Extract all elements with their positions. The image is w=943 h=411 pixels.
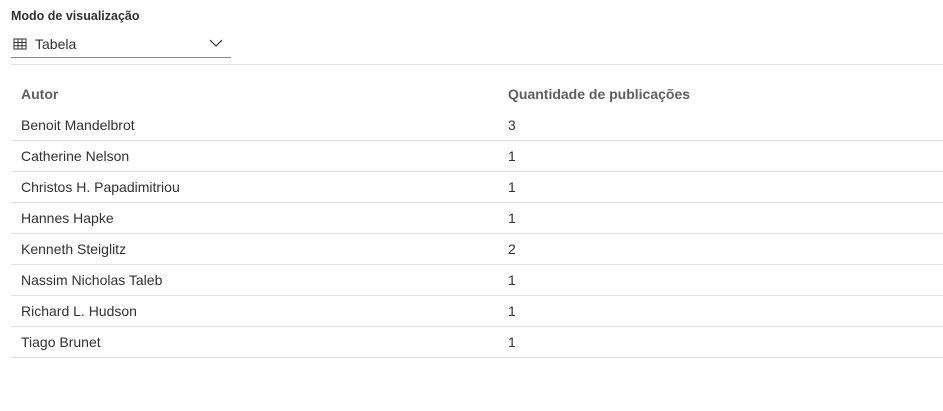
view-mode-selector: Modo de visualização Tabela: [11, 8, 231, 58]
table-row[interactable]: Christos H. Papadimitriou 1: [11, 172, 943, 203]
view-mode-label: Modo de visualização: [11, 9, 140, 23]
count-cell: 1: [508, 148, 516, 164]
table-row[interactable]: Benoit Mandelbrot 3: [11, 110, 943, 141]
view-mode-value: Tabela: [35, 36, 77, 52]
author-cell: Nassim Nicholas Taleb: [21, 272, 163, 288]
table-row[interactable]: Tiago Brunet 1: [11, 327, 943, 358]
count-cell: 1: [508, 210, 516, 226]
author-cell: Hannes Hapke: [21, 210, 114, 226]
table-row[interactable]: Hannes Hapke 1: [11, 203, 943, 234]
table-row[interactable]: Catherine Nelson 1: [11, 141, 943, 172]
table-row[interactable]: Kenneth Steiglitz 2: [11, 234, 943, 265]
table-row[interactable]: Richard L. Hudson 1: [11, 296, 943, 327]
column-header-count[interactable]: Quantidade de publicações: [508, 86, 943, 102]
table-header: Autor Quantidade de publicações: [11, 78, 943, 110]
chevron-down-icon[interactable]: [209, 36, 223, 50]
count-cell: 2: [508, 241, 516, 257]
count-cell: 1: [508, 272, 516, 288]
column-header-author[interactable]: Autor: [11, 86, 508, 102]
view-mode-dropdown[interactable]: Tabela: [11, 31, 231, 58]
count-cell: 1: [508, 179, 516, 195]
author-cell: Kenneth Steiglitz: [21, 241, 127, 257]
count-cell: 1: [508, 303, 516, 319]
authors-table: Autor Quantidade de publicações Benoit M…: [11, 78, 943, 358]
table-icon: [13, 37, 27, 51]
author-cell: Benoit Mandelbrot: [21, 117, 135, 133]
author-cell: Richard L. Hudson: [21, 303, 137, 319]
author-cell: Christos H. Papadimitriou: [21, 179, 180, 195]
author-cell: Catherine Nelson: [21, 148, 130, 164]
author-cell: Tiago Brunet: [21, 334, 101, 350]
count-cell: 3: [508, 117, 516, 133]
table-row[interactable]: Nassim Nicholas Taleb 1: [11, 265, 943, 296]
section-divider: [11, 64, 943, 65]
count-cell: 1: [508, 334, 516, 350]
